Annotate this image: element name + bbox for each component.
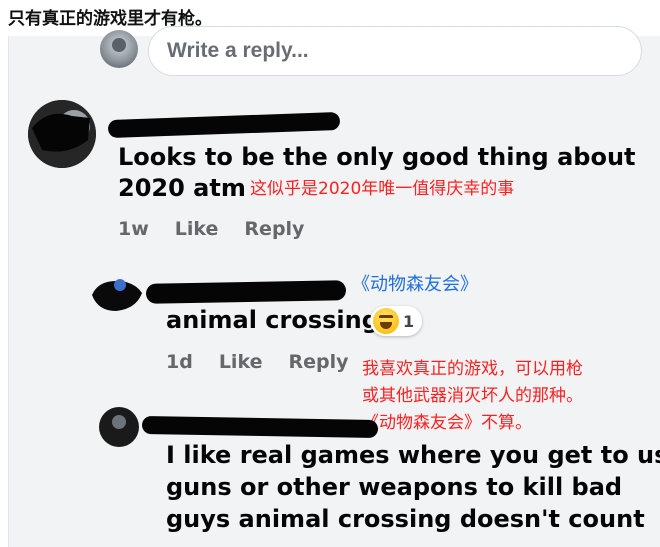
comment-actions: 1w Like Reply bbox=[118, 218, 330, 240]
reaction-badge[interactable]: 1 bbox=[370, 306, 422, 336]
comment-text-line: I like real games where you get to use bbox=[166, 441, 660, 469]
chinese-translation-line: 我喜欢真正的游戏，可以用枪 bbox=[362, 359, 583, 379]
reply-button[interactable]: Reply bbox=[288, 351, 348, 373]
reply-input-placeholder: Write a reply... bbox=[167, 39, 309, 62]
game-title-note: 《动物森友会》 bbox=[352, 274, 478, 295]
comment-actions: 1d Like Reply bbox=[166, 351, 374, 373]
reaction-count: 1 bbox=[403, 311, 415, 331]
comment-text-line: 2020 atm bbox=[118, 174, 246, 202]
comment-text: animal crossing bbox=[166, 306, 379, 334]
like-button[interactable]: Like bbox=[219, 351, 263, 373]
redacted-username bbox=[145, 280, 347, 304]
avatar-image bbox=[99, 407, 139, 447]
current-user-avatar bbox=[100, 30, 138, 68]
chinese-translation: 这似乎是2020年唯一值得庆幸的事 bbox=[250, 179, 515, 199]
commenter-avatar[interactable] bbox=[28, 100, 96, 168]
laughing-emoji-icon bbox=[373, 308, 399, 334]
chinese-translation-line: 《动物森友会》不算。 bbox=[362, 413, 532, 433]
comment-text-line: Looks to be the only good thing about bbox=[118, 143, 636, 171]
avatar-image bbox=[92, 279, 142, 311]
comment-text-line: guys animal crossing doesn't count bbox=[166, 505, 645, 533]
avatar-image bbox=[28, 100, 96, 168]
commenter-avatar[interactable] bbox=[90, 275, 144, 315]
like-button[interactable]: Like bbox=[175, 218, 219, 240]
chinese-translation-line: 或其他武器消灭坏人的那种。 bbox=[362, 386, 583, 406]
commenter-avatar[interactable] bbox=[98, 406, 140, 448]
reply-input[interactable]: Write a reply... bbox=[148, 26, 642, 76]
comment-text-line: guns or other weapons to kill bad bbox=[166, 473, 623, 501]
comment-time: 1d bbox=[166, 351, 193, 373]
comment-time: 1w bbox=[118, 218, 149, 240]
reply-button[interactable]: Reply bbox=[244, 218, 304, 240]
